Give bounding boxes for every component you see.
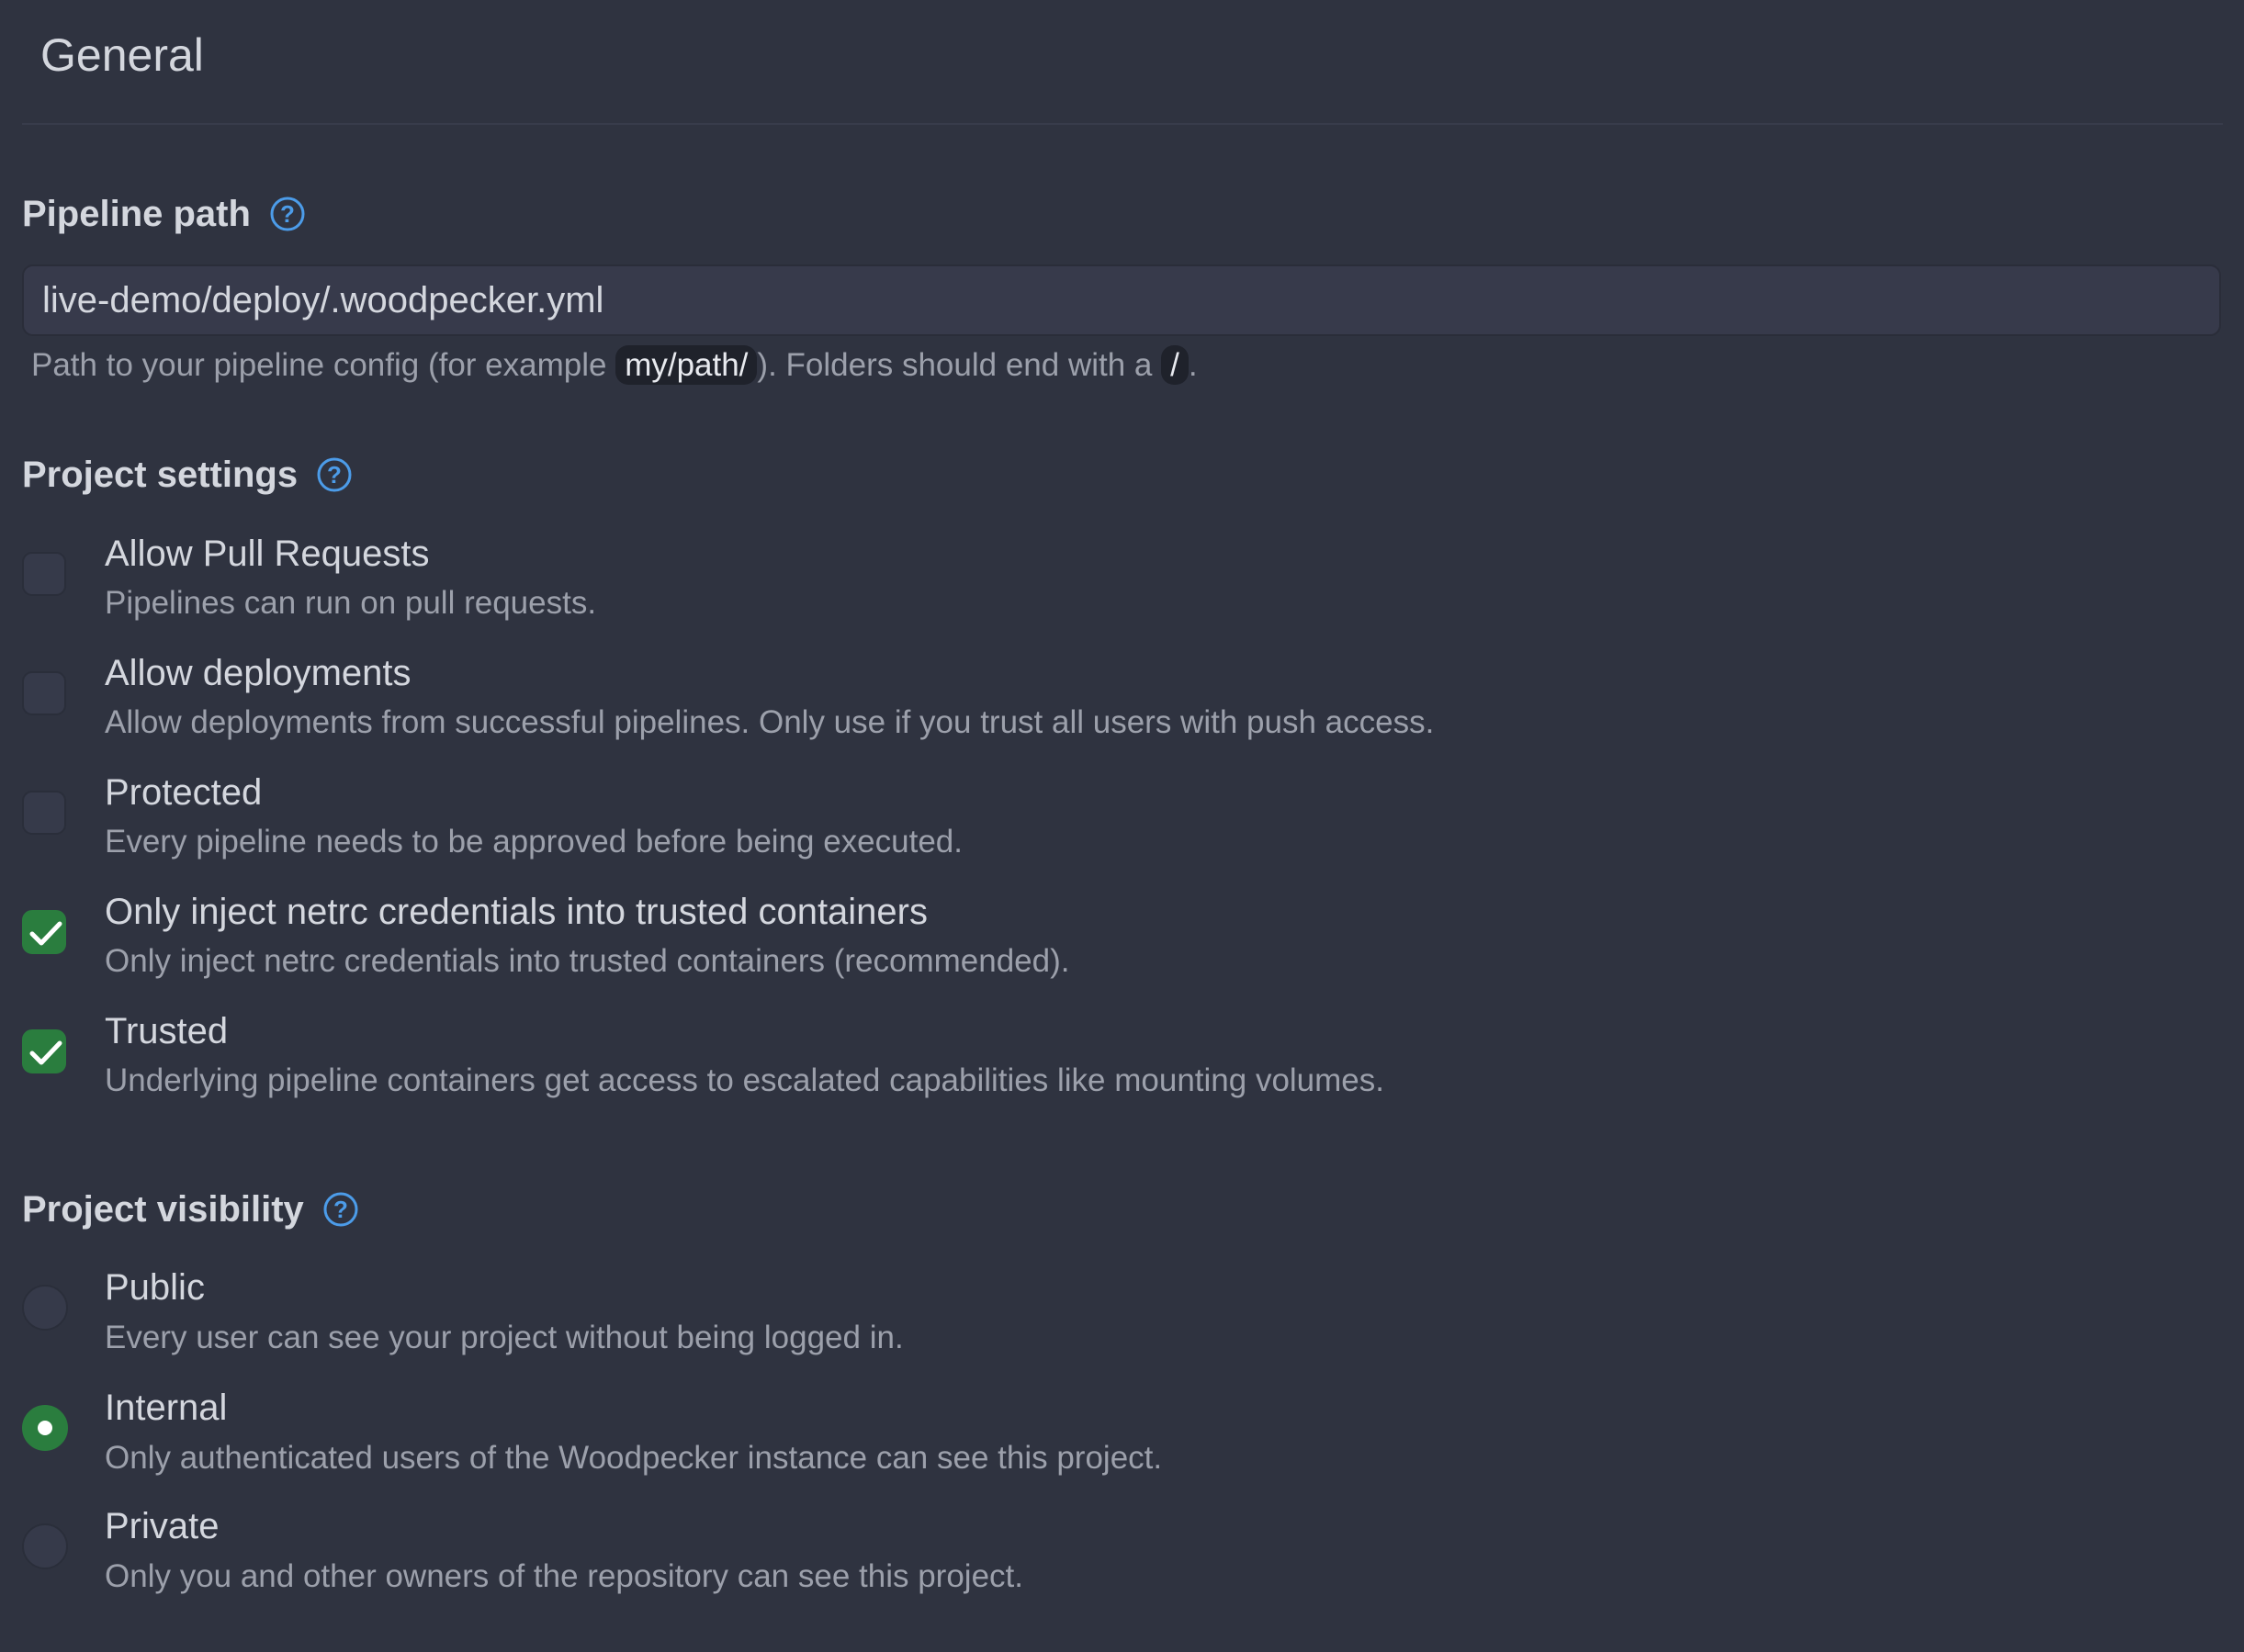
visibility-description: Only authenticated users of the Woodpeck…: [105, 1440, 1163, 1476]
project-visibility-heading: Project visibility ?: [22, 1186, 359, 1232]
header-divider: [22, 123, 2223, 125]
setting-description: Pipelines can run on pull requests.: [105, 585, 597, 621]
setting-description: Underlying pipeline containers get acces…: [105, 1062, 1384, 1098]
setting-checkbox[interactable]: [22, 791, 66, 835]
visibility-title: Public: [105, 1267, 205, 1308]
visibility-option[interactable]: Public Every user can see your project wi…: [0, 1264, 2244, 1375]
pipeline-path-hint: Path to your pipeline config (for exampl…: [31, 343, 1198, 388]
setting-title: Only inject netrc credentials into trust…: [105, 892, 928, 932]
setting-option[interactable]: Trusted Underlying pipeline containers ge…: [0, 1008, 2244, 1118]
svg-text:?: ?: [333, 1196, 348, 1223]
visibility-radio[interactable]: [22, 1285, 68, 1331]
setting-description: Only inject netrc credentials into trust…: [105, 943, 1070, 979]
visibility-radio[interactable]: [22, 1405, 68, 1451]
setting-title: Protected: [105, 772, 263, 813]
setting-checkbox[interactable]: [22, 552, 66, 596]
visibility-radio[interactable]: [22, 1523, 68, 1569]
setting-option[interactable]: Protected Every pipeline needs to be appr…: [0, 770, 2244, 880]
visibility-title: Internal: [105, 1388, 228, 1428]
help-circle-icon[interactable]: ?: [269, 196, 306, 232]
setting-checkbox[interactable]: [22, 910, 66, 954]
pipeline-path-heading: Pipeline path ?: [22, 191, 306, 237]
setting-option[interactable]: Allow Pull Requests Pipelines can run on …: [0, 531, 2244, 641]
checkmark-icon: [29, 1040, 62, 1065]
setting-option[interactable]: Only inject netrc credentials into trust…: [0, 889, 2244, 999]
help-circle-icon[interactable]: ?: [322, 1191, 359, 1228]
checkmark-icon: [29, 921, 62, 946]
setting-title: Allow deployments: [105, 653, 412, 693]
hint-code-slash: /: [1161, 345, 1189, 385]
setting-title: Trusted: [105, 1011, 229, 1051]
setting-checkbox[interactable]: [22, 1029, 66, 1073]
setting-description: Allow deployments from successful pipeli…: [105, 704, 1435, 740]
visibility-description: Every user can see your project without …: [105, 1320, 904, 1355]
visibility-option[interactable]: Internal Only authenticated users of the …: [0, 1385, 2244, 1495]
setting-title: Allow Pull Requests: [105, 534, 430, 574]
setting-description: Every pipeline needs to be approved befo…: [105, 824, 963, 860]
project-settings-heading: Project settings ?: [22, 452, 353, 498]
svg-text:?: ?: [280, 200, 295, 228]
visibility-title: Private: [105, 1506, 220, 1546]
pipeline-path-heading-label: Pipeline path: [22, 194, 251, 234]
help-circle-icon[interactable]: ?: [316, 456, 353, 493]
project-visibility-heading-label: Project visibility: [22, 1189, 304, 1230]
svg-text:?: ?: [327, 461, 342, 489]
setting-option[interactable]: Allow deployments Allow deployments from …: [0, 650, 2244, 760]
project-settings-heading-label: Project settings: [22, 455, 299, 495]
hint-suffix: .: [1188, 347, 1198, 383]
page-title: General: [40, 29, 204, 81]
radio-dot-icon: [38, 1421, 52, 1435]
visibility-description: Only you and other owners of the reposit…: [105, 1558, 1023, 1594]
hint-code-example: my/path/: [615, 345, 758, 385]
setting-checkbox[interactable]: [22, 671, 66, 715]
visibility-option[interactable]: Private Only you and other owners of the …: [0, 1503, 2244, 1613]
hint-prefix: Path to your pipeline config (for exampl…: [31, 347, 616, 383]
pipeline-path-input[interactable]: [22, 264, 2221, 336]
hint-middle: ). Folders should end with a: [757, 347, 1162, 383]
